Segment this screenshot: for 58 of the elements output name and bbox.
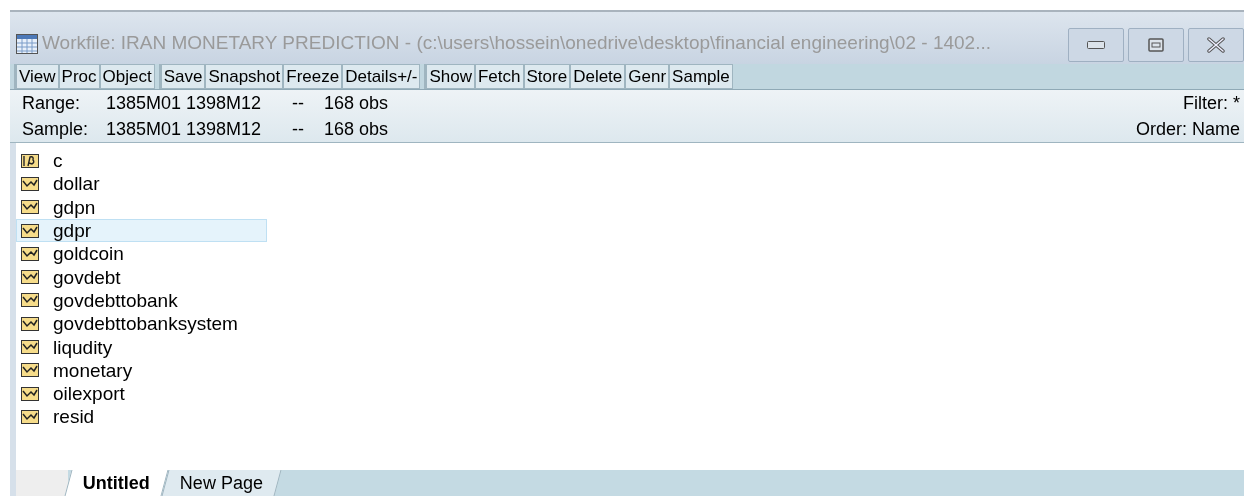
maximize-button[interactable] [1128, 28, 1184, 62]
range-value: 1385M01 1398M12 [106, 92, 263, 115]
line-chart-icon [21, 270, 39, 285]
toolbar-button[interactable]: Details+/- [342, 64, 421, 89]
workfile-object[interactable]: monetary [16, 358, 267, 382]
workfile-object[interactable]: goldcoin [16, 242, 267, 266]
page-tab[interactable]: New Page [161, 470, 282, 496]
sample-value: 1385M01 1398M12 [106, 118, 263, 141]
toolbar-button[interactable]: Freeze [283, 64, 343, 89]
page-tab[interactable]: Untitled [64, 470, 169, 496]
toolbar-button[interactable]: Fetch [475, 64, 524, 89]
filter-label: Filter: * [1183, 92, 1240, 115]
line-chart-icon [21, 409, 39, 424]
beta-icon [21, 153, 39, 168]
toolbar-button[interactable]: Genr [625, 64, 670, 89]
toolbar-button[interactable]: Show [426, 64, 475, 89]
line-chart-icon [21, 363, 39, 378]
line-chart-icon [21, 176, 39, 191]
workfile-object[interactable]: govdebttobanksystem [16, 312, 267, 336]
workfile-object[interactable]: liqudity [16, 335, 267, 359]
toolbar-button[interactable]: View [16, 64, 59, 89]
order-label: Order: Name [1135, 118, 1240, 141]
toolbar-button[interactable]: Save [160, 64, 206, 89]
sample-label: Sample: [22, 118, 90, 141]
toolbar-button[interactable]: Snapshot [205, 64, 284, 89]
line-chart-icon [21, 246, 39, 261]
line-chart-icon [21, 200, 39, 215]
line-chart-icon [21, 340, 39, 354]
workfile-object[interactable]: gdpr [16, 218, 267, 243]
workfile-object[interactable]: govdebttobank [16, 288, 267, 313]
workfile-object[interactable]: resid [16, 405, 267, 429]
sample-obs: 168 obs [324, 118, 389, 141]
window-title: Workfile: IRAN MONETARY PREDICTION - (c:\users\hossein\onedrive\desktop\financial engineering\02 - 1402... [42, 30, 991, 55]
range-label: Range: [22, 92, 82, 115]
workfile-object[interactable]: c [16, 149, 267, 173]
minimize-icon [1087, 41, 1105, 49]
range-obs: 168 obs [324, 92, 389, 115]
workfile-object[interactable]: gdpn [16, 195, 267, 219]
line-chart-icon [21, 293, 39, 308]
line-chart-icon [21, 223, 39, 238]
workfile-object[interactable]: oilexport [16, 381, 267, 406]
sample-separator: -- [292, 118, 305, 141]
toolbar-button[interactable]: Sample [669, 64, 733, 89]
workfile-object[interactable]: govdebt [16, 265, 267, 289]
range-separator: -- [292, 92, 305, 115]
minimize-button[interactable] [1068, 28, 1124, 62]
toolbar-button[interactable]: Proc [58, 64, 100, 89]
close-icon [1206, 37, 1226, 53]
workfile-icon [16, 34, 38, 54]
workfile-object[interactable]: dollar [16, 172, 267, 196]
close-button[interactable] [1188, 28, 1244, 62]
line-chart-icon [21, 316, 39, 331]
maximize-icon [1148, 38, 1164, 52]
tab-scroll-area [16, 470, 68, 496]
toolbar-button[interactable]: Delete [570, 64, 626, 89]
toolbar-button[interactable]: Object [99, 64, 155, 89]
toolbar-button[interactable]: Store [523, 64, 571, 89]
line-chart-icon [21, 386, 39, 401]
